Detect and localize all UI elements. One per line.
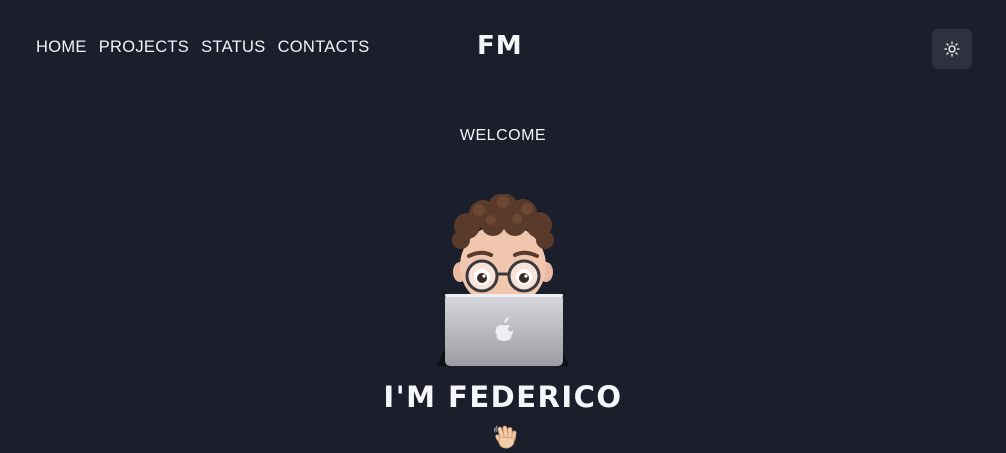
- main-nav: HOME PROJECTS STATUS CONTACTS: [36, 38, 370, 57]
- site-logo[interactable]: FM: [477, 31, 523, 61]
- waving-hand-icon: [494, 425, 517, 449]
- sun-icon: [944, 41, 960, 57]
- nav-contacts-link[interactable]: CONTACTS: [278, 38, 370, 57]
- nav-projects-link[interactable]: PROJECTS: [99, 38, 189, 57]
- page: HOME PROJECTS STATUS CONTACTS FM WELCOME: [0, 0, 1006, 453]
- memoji-avatar-icon: [437, 194, 569, 366]
- theme-toggle-button[interactable]: [932, 29, 972, 69]
- nav-home-link[interactable]: HOME: [36, 38, 87, 57]
- welcome-label: WELCOME: [459, 127, 547, 144]
- nav-status-link[interactable]: STATUS: [201, 38, 265, 57]
- hero-headline: I'M FEDERICO: [383, 380, 623, 414]
